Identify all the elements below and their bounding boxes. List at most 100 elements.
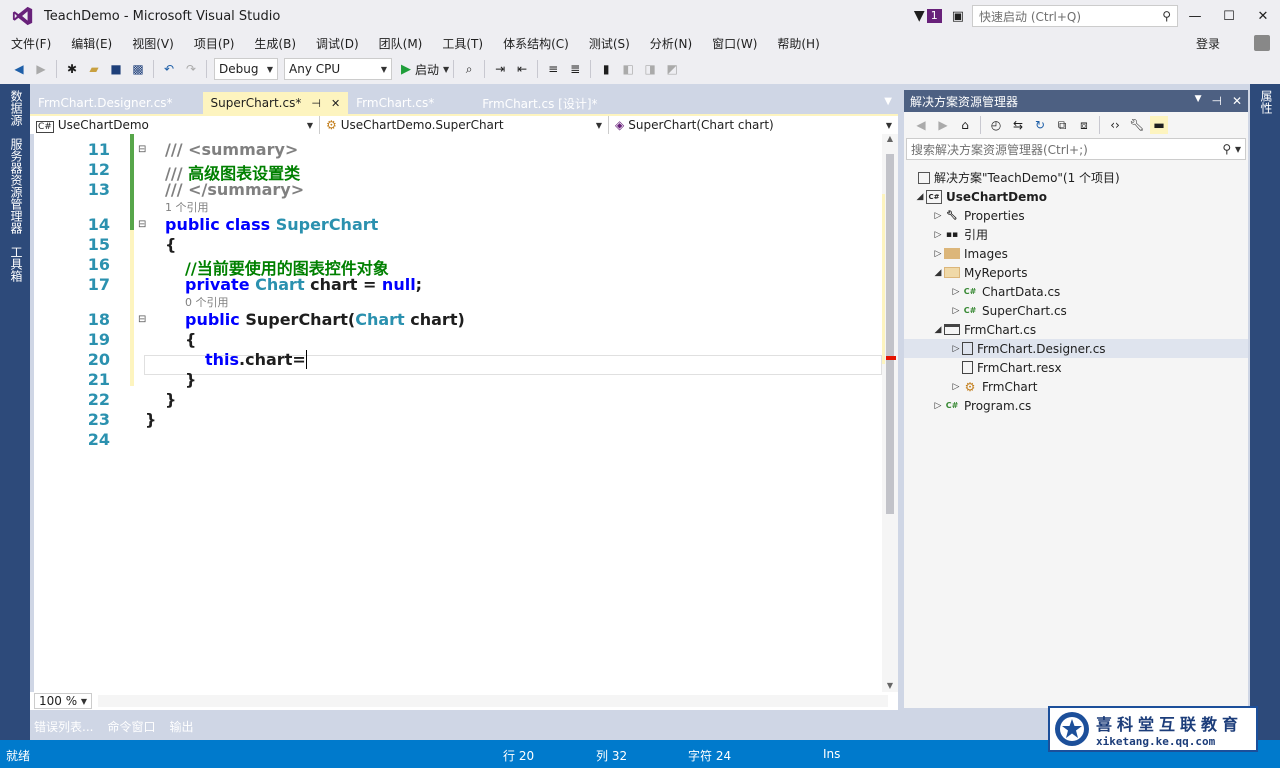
collapsed-caret-icon[interactable]: ▷ bbox=[932, 249, 944, 259]
expanded-caret-icon[interactable]: ◢ bbox=[914, 192, 926, 202]
expanded-caret-icon[interactable]: ◢ bbox=[932, 325, 944, 335]
menu-architecture[interactable]: 体系结构(C) bbox=[492, 35, 578, 52]
tree-item[interactable]: ▷ C# ChartData.cs bbox=[950, 282, 1061, 301]
pending-changes-icon[interactable]: ◴ bbox=[987, 116, 1005, 134]
codelens-references[interactable]: 1 个引用 bbox=[165, 199, 209, 215]
menu-help[interactable]: 帮助(H) bbox=[766, 35, 828, 52]
scrollbar-thumb[interactable] bbox=[886, 154, 894, 514]
project-nav-select[interactable]: C# UseChartDemo ▼ bbox=[30, 116, 320, 134]
toolbox-tab[interactable]: 工具箱 bbox=[8, 240, 25, 288]
undo-icon[interactable]: ↶ bbox=[160, 60, 178, 78]
clear-bookmarks-icon[interactable]: ◩ bbox=[663, 60, 681, 78]
tree-item[interactable]: ◢ MyReports bbox=[932, 263, 1028, 282]
forward-icon[interactable]: ▶ bbox=[934, 116, 952, 134]
server-explorer-tab[interactable]: 服务器资源管理器 bbox=[8, 132, 25, 240]
refresh-icon[interactable]: ↻ bbox=[1031, 116, 1049, 134]
comment-icon[interactable]: ≡ bbox=[544, 60, 562, 78]
collapse-icon[interactable]: ⊟ bbox=[138, 144, 146, 155]
tree-item[interactable]: ▷ ▪▪ 引用 bbox=[932, 225, 988, 244]
data-sources-tab[interactable]: 数据源 bbox=[8, 84, 25, 132]
notifications-button[interactable]: ▼ 1 bbox=[914, 8, 942, 24]
collapsed-caret-icon[interactable]: ▷ bbox=[950, 287, 962, 297]
tab-frmchart[interactable]: FrmChart.cs* bbox=[348, 92, 442, 114]
menu-edit[interactable]: 编辑(E) bbox=[60, 35, 121, 52]
pin-icon[interactable]: ⊣ bbox=[1211, 94, 1221, 108]
maximize-button[interactable]: ☐ bbox=[1212, 0, 1246, 32]
menu-project[interactable]: 项目(P) bbox=[183, 35, 244, 52]
menu-debug[interactable]: 调试(D) bbox=[305, 35, 368, 52]
next-bookmark-icon[interactable]: ◨ bbox=[641, 60, 659, 78]
close-icon[interactable]: ✕ bbox=[1232, 94, 1242, 108]
menu-tools[interactable]: 工具(T) bbox=[431, 35, 492, 52]
bookmark-icon[interactable]: ▮ bbox=[597, 60, 615, 78]
start-button[interactable]: ▶ 启动 ▼ bbox=[401, 61, 449, 78]
show-all-files-icon[interactable]: ⧈ bbox=[1075, 116, 1093, 134]
minimize-button[interactable]: — bbox=[1178, 0, 1212, 32]
step-over-icon[interactable]: ⇤ bbox=[513, 60, 531, 78]
collapsed-caret-icon[interactable]: ▷ bbox=[932, 401, 944, 411]
sync-icon[interactable]: ⇆ bbox=[1009, 116, 1027, 134]
type-nav-select[interactable]: ⚙ UseChartDemo.SuperChart ▼ bbox=[320, 116, 609, 134]
properties-icon[interactable]: 🔧︎ bbox=[1128, 116, 1146, 134]
vertical-scrollbar[interactable]: ▲ ▼ bbox=[882, 134, 898, 692]
expanded-caret-icon[interactable]: ◢ bbox=[932, 268, 944, 278]
uncomment-icon[interactable]: ≣ bbox=[566, 60, 584, 78]
tab-output[interactable]: 输出 bbox=[169, 718, 193, 735]
menu-build[interactable]: 生成(B) bbox=[243, 35, 305, 52]
tree-item[interactable]: ◢ FrmChart.cs bbox=[932, 320, 1037, 339]
menu-analyze[interactable]: 分析(N) bbox=[639, 35, 701, 52]
code-editor[interactable]: 11 12 13 14 15 16 17 18 19 20 21 22 23 2… bbox=[34, 134, 898, 692]
collapse-icon[interactable]: ⊟ bbox=[138, 219, 146, 230]
tree-solution[interactable]: 解决方案"TeachDemo"(1 个项目) bbox=[918, 168, 1120, 187]
collapse-all-icon[interactable]: ⧉ bbox=[1053, 116, 1071, 134]
solution-search-input[interactable]: 搜索解决方案资源管理器(Ctrl+;) ⚲ ▾ bbox=[906, 138, 1246, 160]
collapsed-caret-icon[interactable]: ▷ bbox=[932, 230, 944, 240]
tree-item-selected[interactable]: ▷ FrmChart.Designer.cs bbox=[904, 339, 1248, 358]
collapsed-caret-icon[interactable]: ▷ bbox=[950, 306, 962, 316]
zoom-select[interactable]: 100 % ▼ bbox=[34, 693, 92, 709]
tree-item[interactable]: ▷ 🔧︎ Properties bbox=[932, 206, 1025, 225]
prev-bookmark-icon[interactable]: ◧ bbox=[619, 60, 637, 78]
save-icon[interactable]: ■ bbox=[107, 60, 125, 78]
view-code-icon[interactable]: ‹› bbox=[1106, 116, 1124, 134]
forward-icon[interactable]: ▶ bbox=[32, 60, 50, 78]
step-icon[interactable]: ⇥ bbox=[491, 60, 509, 78]
solution-config-select[interactable]: Debug ▼ bbox=[214, 58, 278, 80]
quick-launch-input[interactable]: 快速启动 (Ctrl+Q) ⚲ bbox=[972, 5, 1178, 27]
redo-icon[interactable]: ↷ bbox=[182, 60, 200, 78]
collapse-icon[interactable]: ⊟ bbox=[138, 314, 146, 325]
menu-team[interactable]: 团队(M) bbox=[368, 35, 432, 52]
menu-test[interactable]: 测试(S) bbox=[578, 35, 639, 52]
tree-item[interactable]: ▷ ⚙ FrmChart bbox=[950, 377, 1038, 396]
back-icon[interactable]: ◀ bbox=[10, 60, 28, 78]
tree-project[interactable]: ◢ C# UseChartDemo bbox=[914, 187, 1047, 206]
scroll-up-icon[interactable]: ▲ bbox=[882, 134, 898, 143]
preview-icon[interactable]: ▬ bbox=[1150, 116, 1168, 134]
tab-command-window[interactable]: 命令窗口 bbox=[107, 718, 155, 735]
menu-window[interactable]: 窗口(W) bbox=[701, 35, 766, 52]
tab-overflow-icon[interactable]: ▼ bbox=[884, 96, 892, 107]
save-all-icon[interactable]: ▩ bbox=[129, 60, 147, 78]
horizontal-scrollbar[interactable] bbox=[98, 695, 888, 707]
find-icon[interactable]: ⌕ bbox=[460, 60, 478, 78]
menu-view[interactable]: 视图(V) bbox=[121, 35, 183, 52]
tab-superchart[interactable]: SuperChart.cs* ⊣ ✕ bbox=[202, 92, 349, 114]
tree-item[interactable]: ▷ C# Program.cs bbox=[932, 396, 1032, 415]
new-project-icon[interactable]: ✱ bbox=[63, 60, 81, 78]
tab-frmchart-design[interactable]: FrmChart.cs [设计]* bbox=[474, 92, 605, 114]
tab-error-list[interactable]: 错误列表... bbox=[34, 718, 93, 735]
feedback-icon[interactable]: ▣ bbox=[952, 9, 964, 24]
collapsed-caret-icon[interactable]: ▷ bbox=[932, 211, 944, 221]
platform-select[interactable]: Any CPU ▼ bbox=[284, 58, 392, 80]
close-button[interactable]: ✕ bbox=[1246, 0, 1280, 32]
tab-frmchart-designer[interactable]: FrmChart.Designer.cs* bbox=[30, 92, 181, 114]
properties-tab[interactable]: 属性 bbox=[1258, 84, 1275, 120]
user-icon[interactable] bbox=[1254, 35, 1270, 51]
open-file-icon[interactable]: ▰ bbox=[85, 60, 103, 78]
member-nav-select[interactable]: ◈ SuperChart(Chart chart) ▼ bbox=[609, 116, 898, 134]
close-icon[interactable]: ✕ bbox=[331, 97, 340, 110]
login-link[interactable]: 登录 bbox=[1196, 35, 1220, 52]
scroll-down-icon[interactable]: ▼ bbox=[882, 681, 898, 690]
collapsed-caret-icon[interactable]: ▷ bbox=[950, 382, 962, 392]
tree-item[interactable]: FrmChart.resx bbox=[962, 358, 1062, 377]
